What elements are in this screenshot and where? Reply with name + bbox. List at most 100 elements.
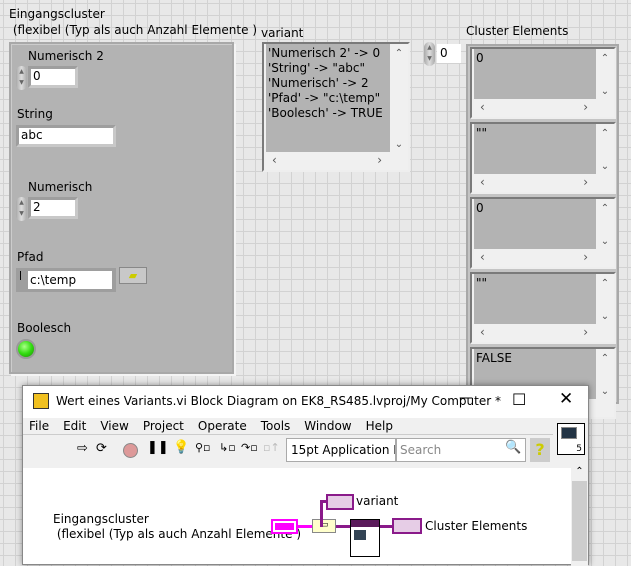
- run-arrow-icon[interactable]: ⇨: [77, 441, 88, 456]
- abort-icon[interactable]: [123, 443, 138, 458]
- scroll-right-icon[interactable]: ›: [583, 325, 588, 339]
- horizontal-scrollbar[interactable]: ‹›: [474, 99, 596, 117]
- scroll-right-icon[interactable]: ›: [583, 100, 588, 114]
- pause-icon[interactable]: ❚❚: [147, 440, 169, 455]
- element-value: 0: [474, 199, 596, 249]
- step-out-icon[interactable]: ▫↑: [263, 441, 280, 454]
- scroll-left-icon[interactable]: ‹: [480, 250, 485, 264]
- to-variant-node[interactable]: ▭: [312, 519, 336, 533]
- scroll-right-icon[interactable]: ›: [377, 153, 382, 167]
- scroll-up-icon[interactable]: ⌃: [596, 353, 614, 364]
- menu-file[interactable]: File: [29, 419, 49, 433]
- menu-edit[interactable]: Edit: [63, 419, 86, 433]
- menu-window[interactable]: Window: [304, 419, 351, 433]
- browse-folder-button[interactable]: ▰: [119, 267, 147, 284]
- diagram-vertical-scrollbar[interactable]: ⌃: [571, 466, 588, 566]
- numerisch-increment-decrement[interactable]: ▲ ▼: [16, 197, 27, 221]
- maximize-button[interactable]: ☐: [512, 390, 526, 409]
- array-wire: [380, 525, 392, 528]
- vi-icon[interactable]: 5: [557, 423, 585, 455]
- variant-wire: [336, 525, 350, 528]
- horizontal-scrollbar[interactable]: ‹›: [474, 174, 596, 192]
- folder-icon: ▰: [128, 269, 138, 282]
- diagram-elements-label: Cluster Elements: [425, 519, 528, 533]
- menu-tools[interactable]: Tools: [261, 419, 291, 433]
- numerisch2-increment-decrement[interactable]: ▲ ▼: [16, 66, 27, 90]
- scroll-left-icon[interactable]: ‹: [480, 325, 485, 339]
- minimize-button[interactable]: —: [459, 390, 473, 406]
- highlight-execution-icon[interactable]: 💡: [173, 440, 189, 455]
- numerisch-label: Numerisch: [28, 180, 93, 194]
- numerisch2-label: Numerisch 2: [28, 49, 104, 63]
- numerisch-input[interactable]: 2: [28, 197, 78, 219]
- scroll-down-icon[interactable]: ⌄: [596, 86, 614, 97]
- boolesch-label: Boolesch: [17, 321, 72, 335]
- scroll-right-icon[interactable]: ›: [583, 250, 588, 264]
- connector-pane-number: 5: [576, 444, 582, 454]
- menu-project[interactable]: Project: [143, 419, 184, 433]
- scroll-left-icon[interactable]: ‹: [480, 100, 485, 114]
- scroll-down-icon[interactable]: ⌄: [390, 139, 408, 150]
- vertical-scrollbar[interactable]: ⌃ ⌄: [596, 274, 614, 324]
- pfad-label: Pfad: [17, 250, 44, 264]
- scroll-up-icon[interactable]: ⌃: [596, 203, 614, 214]
- variant-label: variant: [261, 26, 304, 40]
- horizontal-scrollbar[interactable]: ‹›: [474, 324, 596, 342]
- array-label: Cluster Elements: [466, 24, 569, 38]
- graph-icon: [561, 427, 577, 439]
- scroll-left-icon[interactable]: ‹: [480, 175, 485, 189]
- scroll-up-icon[interactable]: ⌃: [390, 48, 408, 59]
- font-select[interactable]: 15pt Application F: [286, 438, 396, 462]
- menu-operate[interactable]: Operate: [198, 419, 247, 433]
- retain-wire-values-icon[interactable]: ⚲▫: [195, 441, 211, 454]
- cluster-elements-terminal[interactable]: [392, 518, 422, 534]
- array-index-spinner[interactable]: ▲ ▼: [424, 42, 435, 66]
- array-index-input[interactable]: 0: [437, 44, 461, 63]
- search-icon[interactable]: 🔍: [505, 440, 521, 455]
- cluster-label: Eingangscluster (flexibel (Typ als auch …: [9, 7, 257, 37]
- vertical-scrollbar[interactable]: ⌃ ⌄: [390, 44, 408, 152]
- boolesch-led[interactable]: [16, 339, 36, 359]
- context-help-icon[interactable]: ?: [530, 438, 550, 462]
- scroll-up-icon[interactable]: ⌃: [596, 278, 614, 289]
- horizontal-scrollbar[interactable]: ‹›: [474, 249, 596, 267]
- variant-indicator-terminal[interactable]: [326, 494, 354, 510]
- scroll-down-icon[interactable]: ⌄: [596, 311, 614, 322]
- scroll-down-icon[interactable]: ⌄: [596, 386, 614, 397]
- variant-wire-branch: [320, 500, 323, 527]
- vertical-scrollbar[interactable]: ⌃ ⌄: [596, 124, 614, 174]
- variant-line: 'String' -> "abc": [268, 61, 366, 75]
- menu-view[interactable]: View: [100, 419, 128, 433]
- scroll-right-icon[interactable]: ›: [583, 175, 588, 189]
- vertical-scrollbar[interactable]: ⌃ ⌄: [596, 49, 614, 99]
- get-type-info-node[interactable]: [350, 519, 380, 557]
- scroll-thumb[interactable]: [572, 481, 587, 561]
- numerisch2-input[interactable]: 0: [28, 66, 78, 88]
- toolbar: ⇨ ⟳ ❚❚ 💡 ⚲▫ ↳▫ ↷▫ ▫↑ 15pt Application F …: [23, 434, 553, 466]
- pfad-input[interactable]: c:\temp: [28, 271, 112, 289]
- window-title: Wert eines Variants.vi Block Diagram on …: [56, 394, 501, 408]
- horizontal-scrollbar[interactable]: ‹›: [266, 152, 390, 170]
- vertical-scrollbar[interactable]: ⌃ ⌄: [596, 199, 614, 249]
- array-element-display: "" ⌃ ⌄ ‹ ›: [470, 122, 616, 194]
- scroll-left-icon[interactable]: ‹: [272, 153, 277, 167]
- scroll-up-icon[interactable]: ⌃: [571, 466, 588, 477]
- element-value: "": [474, 124, 596, 174]
- step-into-icon[interactable]: ↳▫: [219, 441, 236, 454]
- string-input[interactable]: abc: [16, 125, 116, 147]
- scroll-up-icon[interactable]: ⌃: [596, 53, 614, 64]
- array-element-display: 0 ⌃ ⌄ ‹ ›: [470, 197, 616, 269]
- cluster-wire: [298, 525, 312, 528]
- step-over-icon[interactable]: ↷▫: [241, 441, 258, 454]
- scroll-up-icon[interactable]: ⌃: [596, 128, 614, 139]
- cluster-terminal[interactable]: [271, 519, 298, 534]
- diagram-variant-label: variant: [356, 494, 399, 508]
- menu-help[interactable]: Help: [366, 419, 393, 433]
- run-continuously-icon[interactable]: ⟳: [96, 441, 107, 456]
- scroll-down-icon[interactable]: ⌄: [596, 161, 614, 172]
- close-button[interactable]: ✕: [559, 389, 573, 409]
- vertical-scrollbar[interactable]: ⌃ ⌄: [596, 349, 614, 399]
- variant-line: 'Numerisch 2' -> 0: [268, 46, 381, 60]
- labview-icon: [33, 393, 49, 409]
- scroll-down-icon[interactable]: ⌄: [596, 236, 614, 247]
